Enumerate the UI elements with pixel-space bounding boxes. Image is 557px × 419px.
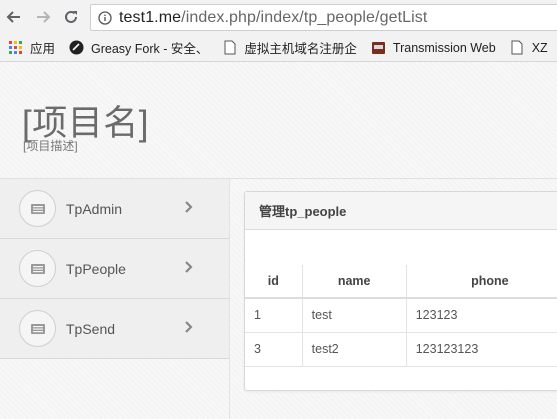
bookmark-xz[interactable]: XZ [510, 40, 548, 55]
bookmark-label: XZ [531, 40, 548, 55]
sidebar-item-tpsend[interactable]: TpSend [0, 299, 229, 359]
column-header-name[interactable]: name [302, 265, 407, 299]
greasyfork-icon [69, 40, 84, 55]
cell-id: 3 [245, 332, 303, 367]
list-icon [19, 190, 56, 227]
content-divider [229, 179, 230, 419]
chevron-right-icon [183, 199, 195, 215]
people-table: id name phone 1 test 123123 3 test2 1231… [245, 265, 557, 367]
cell-name: test2 [302, 332, 407, 367]
bookmark-vhost[interactable]: 虚拟主机域名注册企 [222, 38, 357, 57]
page-icon [222, 40, 237, 55]
list-icon [19, 250, 56, 287]
back-arrow-icon[interactable] [4, 7, 24, 27]
bookmarks-bar: 应用 Greasy Fork - 安全、 虚拟主机域名注册企 Transmiss… [0, 34, 557, 62]
url-text: test1.me/index.php/index/tp_people/getLi… [119, 9, 427, 27]
sidebar-item-label: TpAdmin [66, 200, 123, 217]
bookmark-label: Transmission Web [392, 40, 496, 55]
apps-grid-icon [8, 40, 23, 55]
bookmark-label: 应用 [30, 42, 56, 56]
project-description: [项目描述] [23, 139, 78, 153]
url-path: /index.php/index/tp_people/getList [181, 8, 428, 26]
cell-name: test [302, 298, 407, 333]
cell-id: 1 [245, 298, 303, 333]
page-body: [项目名] [项目描述] TpAdmin TpPeople TpSend 管理t… [0, 62, 557, 419]
bookmark-transmission[interactable]: Transmission Web [371, 40, 496, 55]
sidebar-item-label: TpSend [66, 320, 116, 337]
bookmark-label: Greasy Fork - 安全、 [91, 42, 209, 56]
sidebar-item-tpadmin[interactable]: TpAdmin [0, 179, 229, 239]
sidebar: TpAdmin TpPeople TpSend [0, 179, 229, 419]
bookmark-greasyfork[interactable]: Greasy Fork - 安全、 [69, 38, 208, 57]
column-header-id[interactable]: id [245, 265, 303, 299]
panel-title: 管理tp_people [245, 192, 557, 230]
forward-arrow-icon[interactable] [33, 7, 53, 27]
address-bar[interactable]: test1.me/index.php/index/tp_people/getLi… [90, 4, 557, 31]
list-icon [19, 310, 56, 347]
transmission-icon [371, 40, 386, 55]
chevron-right-icon [183, 319, 195, 335]
column-header-phone[interactable]: phone [406, 265, 557, 299]
bookmark-label: 虚拟主机域名注册企 [244, 42, 357, 56]
page-icon [510, 40, 525, 55]
cell-phone: 123123 [406, 298, 557, 333]
chevron-right-icon [183, 259, 195, 275]
info-icon[interactable] [97, 10, 113, 26]
cell-phone: 123123123 [406, 332, 557, 367]
sidebar-item-label: TpPeople [66, 260, 126, 277]
table-row[interactable]: 1 test 123123 [245, 298, 557, 333]
reload-icon[interactable] [61, 7, 81, 27]
bookmark-apps[interactable]: 应用 [8, 38, 55, 57]
table-row[interactable]: 3 test2 123123123 [245, 332, 557, 367]
sidebar-item-tppeople[interactable]: TpPeople [0, 239, 229, 299]
people-panel: 管理tp_people id name phone 1 test 123123 … [244, 191, 557, 391]
url-host: test1.me [119, 8, 182, 26]
browser-toolbar: test1.me/index.php/index/tp_people/getLi… [0, 0, 557, 34]
table-header-row: id name phone [245, 265, 557, 299]
